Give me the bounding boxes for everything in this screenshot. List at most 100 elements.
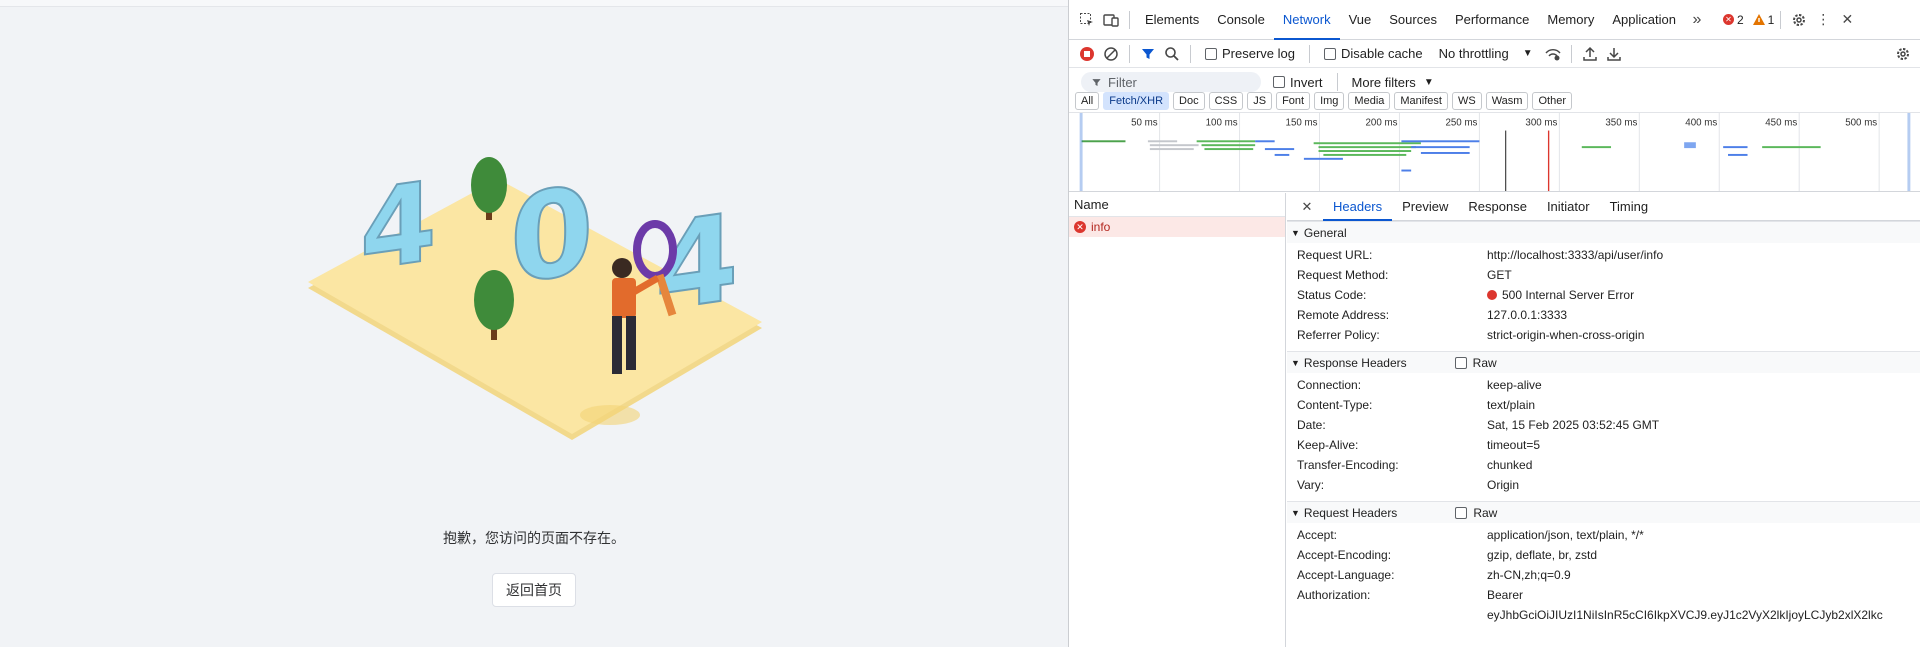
tab-response[interactable]: Response bbox=[1458, 193, 1537, 221]
timeline-tick: 500 ms bbox=[1845, 118, 1877, 129]
toolbar-divider bbox=[1336, 73, 1338, 91]
raw-toggle-checkbox[interactable]: Raw bbox=[1455, 502, 1497, 524]
type-filter-fetch-xhr[interactable]: Fetch/XHR bbox=[1103, 92, 1170, 110]
preserve-log-checkbox[interactable]: Preserve log bbox=[1205, 46, 1295, 61]
header-key: Request Method: bbox=[1297, 268, 1389, 282]
tab-vue[interactable]: Vue bbox=[1340, 0, 1381, 40]
timeline-tick: 50 ms bbox=[1131, 118, 1158, 129]
timeline-tick: 150 ms bbox=[1286, 118, 1318, 129]
type-filter-font[interactable]: Font bbox=[1276, 92, 1311, 110]
section-title: General bbox=[1303, 225, 1347, 240]
header-value: http://localhost:3333/api/user/info bbox=[1487, 248, 1664, 262]
tab-initiator[interactable]: Initiator bbox=[1537, 193, 1600, 221]
header-value: application/json, text/plain, */* bbox=[1487, 528, 1644, 542]
throttling-value: No throttling bbox=[1438, 46, 1509, 61]
close-devtools-icon[interactable]: ✕ bbox=[1835, 8, 1859, 32]
header-row: Request Method: GET bbox=[1287, 265, 1920, 285]
search-icon[interactable] bbox=[1160, 42, 1184, 66]
network-settings-gear-icon[interactable] bbox=[1891, 42, 1915, 66]
header-row: Remote Address: 127.0.0.1:3333 bbox=[1287, 305, 1920, 325]
type-filter-js[interactable]: JS bbox=[1247, 92, 1273, 110]
more-filters-dropdown[interactable]: More filters ▼ bbox=[1352, 75, 1434, 90]
header-row: Content-Type: text/plain bbox=[1287, 395, 1920, 415]
tab-performance[interactable]: Performance bbox=[1446, 0, 1538, 40]
tab-sources[interactable]: Sources bbox=[1380, 0, 1446, 40]
kebab-menu-icon[interactable]: ⋮ bbox=[1811, 8, 1835, 32]
type-filter-other[interactable]: Other bbox=[1532, 92, 1572, 110]
request-headers-section-header[interactable]: ▼ Request Headers Raw bbox=[1287, 501, 1920, 523]
type-filter-wasm[interactable]: Wasm bbox=[1485, 92, 1529, 110]
tab-preview[interactable]: Preview bbox=[1392, 193, 1458, 221]
clear-log-icon[interactable] bbox=[1099, 42, 1123, 66]
tab-application[interactable]: Application bbox=[1603, 0, 1685, 40]
disable-cache-checkbox[interactable]: Disable cache bbox=[1323, 46, 1423, 61]
type-filter-img[interactable]: Img bbox=[1314, 92, 1345, 110]
checkbox-box[interactable] bbox=[1323, 47, 1336, 60]
filter-funnel-icon[interactable] bbox=[1136, 42, 1160, 66]
checkbox-box[interactable] bbox=[1205, 47, 1217, 60]
error-counter[interactable]: ✕ 2 1 bbox=[1722, 13, 1774, 27]
header-key: Accept-Language: bbox=[1297, 568, 1395, 582]
request-details: ✕ Headers Preview Response Initiator Tim… bbox=[1287, 193, 1920, 647]
tab-elements[interactable]: Elements bbox=[1136, 0, 1208, 40]
more-tabs-icon[interactable]: » bbox=[1685, 8, 1709, 32]
toolbar-divider bbox=[1570, 44, 1572, 63]
device-toolbar-icon[interactable] bbox=[1099, 8, 1123, 32]
type-filter-ws[interactable]: WS bbox=[1451, 92, 1482, 110]
header-row: Accept: application/json, text/plain, */* bbox=[1287, 525, 1920, 545]
header-key: Accept: bbox=[1297, 528, 1338, 542]
header-key: Request URL: bbox=[1297, 248, 1373, 262]
tab-network[interactable]: Network bbox=[1273, 0, 1340, 40]
header-key: Authorization: bbox=[1297, 588, 1371, 602]
throttling-select[interactable]: No throttling ▼ bbox=[1439, 46, 1533, 61]
dropdown-arrow-icon: ▼ bbox=[1522, 48, 1533, 59]
raw-toggle-checkbox[interactable]: Raw bbox=[1454, 352, 1497, 374]
type-filter-manifest[interactable]: Manifest bbox=[1394, 92, 1448, 110]
import-har-icon[interactable] bbox=[1578, 42, 1602, 66]
checkbox-box[interactable] bbox=[1454, 356, 1467, 369]
export-har-icon[interactable] bbox=[1602, 42, 1626, 66]
type-filter-media[interactable]: Media bbox=[1348, 92, 1391, 110]
header-key: Date: bbox=[1297, 418, 1326, 432]
invert-checkbox[interactable]: Invert bbox=[1273, 75, 1323, 90]
header-row: Accept-Language: zh-CN,zh;q=0.9 bbox=[1287, 565, 1920, 585]
section-title: Request Headers bbox=[1303, 505, 1398, 520]
header-row: Transfer-Encoding: chunked bbox=[1287, 455, 1920, 475]
type-filter-css[interactable]: CSS bbox=[1208, 92, 1244, 110]
dropdown-arrow-icon: ▼ bbox=[1423, 76, 1434, 88]
network-timeline-overview[interactable]: 50 ms 100 ms 150 ms 200 ms 250 ms 300 ms… bbox=[1069, 112, 1920, 192]
network-conditions-icon[interactable] bbox=[1541, 42, 1565, 66]
filter-input[interactable]: Filter bbox=[1081, 72, 1261, 92]
timeline-tick: 400 ms bbox=[1685, 118, 1717, 129]
settings-gear-icon[interactable] bbox=[1787, 8, 1811, 32]
timeline-tick: 250 ms bbox=[1445, 118, 1477, 129]
close-details-icon[interactable]: ✕ bbox=[1295, 195, 1319, 219]
checkbox-box[interactable] bbox=[1273, 76, 1285, 88]
devtools-tab-bar: Elements Console Network Vue Sources Per… bbox=[1069, 0, 1920, 40]
header-row: eyJhbGciOiJIUzI1NiIsInR5cCI6IkpXVCJ9.eyJ… bbox=[1287, 605, 1920, 625]
type-filter-doc[interactable]: Doc bbox=[1173, 92, 1205, 110]
header-key: Transfer-Encoding: bbox=[1297, 458, 1399, 472]
tab-memory[interactable]: Memory bbox=[1538, 0, 1603, 40]
timeline-tick: 100 ms bbox=[1206, 118, 1238, 129]
name-column-header[interactable]: Name bbox=[1069, 193, 1285, 217]
tab-headers[interactable]: Headers bbox=[1323, 193, 1393, 221]
raw-label: Raw bbox=[1472, 355, 1497, 370]
back-home-button[interactable]: 返回首页 bbox=[492, 573, 576, 607]
general-section-header[interactable]: ▼ General bbox=[1287, 221, 1920, 243]
header-row: Connection: keep-alive bbox=[1287, 375, 1920, 395]
timeline-tick: 450 ms bbox=[1765, 118, 1797, 129]
type-filter-all[interactable]: All bbox=[1075, 92, 1100, 110]
request-name: info bbox=[1091, 220, 1111, 234]
tab-console[interactable]: Console bbox=[1208, 0, 1274, 40]
request-row-info[interactable]: ✕ info bbox=[1069, 217, 1285, 237]
inspect-element-icon[interactable] bbox=[1075, 8, 1099, 32]
expand-triangle-icon: ▼ bbox=[1291, 357, 1300, 368]
checkbox-box[interactable] bbox=[1455, 506, 1468, 519]
filter-placeholder: Filter bbox=[1108, 74, 1137, 90]
record-stop-icon[interactable] bbox=[1075, 42, 1099, 66]
response-headers-section-header[interactable]: ▼ Response Headers Raw bbox=[1287, 351, 1920, 373]
tab-timing[interactable]: Timing bbox=[1600, 193, 1659, 221]
header-value: chunked bbox=[1487, 458, 1533, 472]
preserve-log-label: Preserve log bbox=[1222, 46, 1295, 61]
